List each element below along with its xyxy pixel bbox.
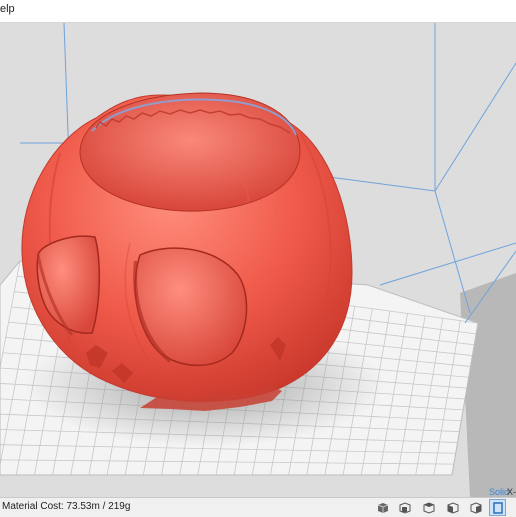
menu-help[interactable]: elp [0,3,21,15]
cube-front-icon[interactable] [374,499,391,516]
status-bar: Material Cost: 73.53m / 219g [0,497,516,517]
3d-viewport[interactable] [0,23,516,497]
view-mode-label[interactable]: Solid [489,487,509,497]
view-mode-icon[interactable] [489,499,506,516]
cube-top-icon[interactable] [420,499,437,516]
material-cost: Material Cost: 73.53m / 219g [2,501,131,512]
scene-canvas [0,23,516,497]
axis-label: X- [507,487,516,497]
cube-left-icon[interactable] [444,499,461,516]
menu-bar: elp [0,0,516,23]
cube-right-icon[interactable] [467,499,484,516]
cube-side-icon[interactable] [396,499,413,516]
